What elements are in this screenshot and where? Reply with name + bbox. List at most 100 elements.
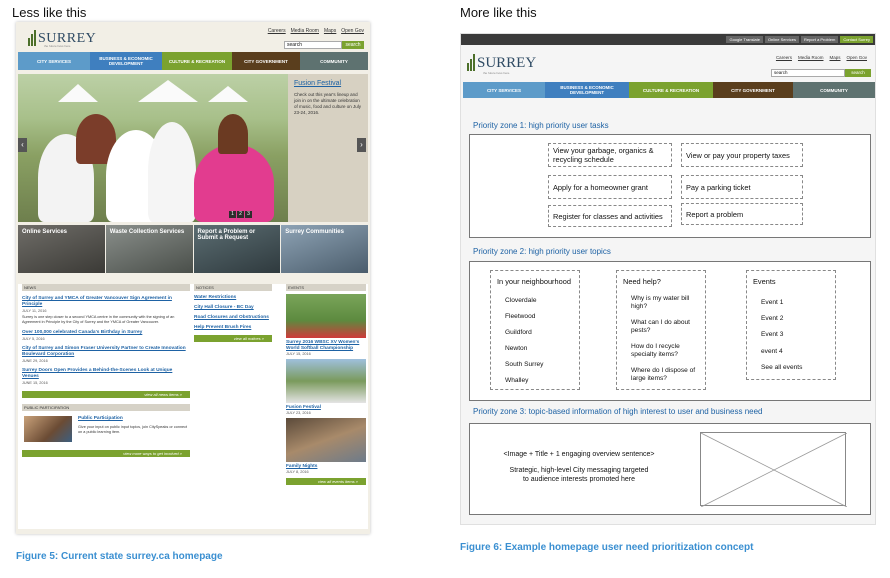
- help-link[interactable]: Where do I dispose of large items?: [631, 367, 701, 383]
- util-link-maps[interactable]: Maps: [324, 28, 336, 34]
- figure6-caption: Figure 6: Example homepage user need pri…: [460, 542, 754, 553]
- participation-header: PUBLIC PARTICIPATION: [22, 404, 190, 411]
- tile-report-problem[interactable]: Report a Problem or Submit a Request: [193, 225, 281, 273]
- content-columns: NEWS City of Surrey and YMCA of Greater …: [18, 284, 368, 529]
- help-link[interactable]: How do I recycle specialty items?: [631, 343, 701, 359]
- notice-link[interactable]: Road Closures and Obstructions: [194, 315, 272, 321]
- search-input[interactable]: search: [284, 41, 342, 49]
- next-slide-icon[interactable]: ›: [357, 138, 366, 152]
- task-register-classes[interactable]: Register for classes and activities: [548, 205, 672, 227]
- participation-photo: [24, 416, 72, 442]
- event-photo: [286, 418, 366, 462]
- util-link-open-gov[interactable]: Open Gov: [341, 28, 364, 34]
- pager-2[interactable]: 2: [237, 211, 244, 218]
- contact-surrey-button[interactable]: Contact Surrey: [840, 36, 873, 43]
- news-header: NEWS: [22, 284, 190, 291]
- event-link[interactable]: event 4: [761, 348, 783, 356]
- nav-community[interactable]: COMMUNITY: [793, 82, 875, 98]
- util-link-open-gov[interactable]: Open Gov: [846, 55, 867, 60]
- neighbourhood-link[interactable]: Fleetwood: [505, 313, 535, 321]
- view-all-events-button[interactable]: view all events items »: [286, 478, 366, 485]
- news-link[interactable]: City of Surrey and Simon Fraser Universi…: [22, 346, 190, 358]
- concept-homepage-wireframe: Google Translate Online Services Report …: [460, 33, 876, 525]
- task-homeowner-grant[interactable]: Apply for a homeowner grant: [548, 175, 672, 199]
- news-link[interactable]: Surrey Doors Open Provides a Behind-the-…: [22, 368, 190, 380]
- nav-city-services[interactable]: CITY SERVICES: [463, 82, 545, 98]
- util-link-media-room[interactable]: Media Room: [798, 55, 824, 60]
- view-all-news-button[interactable]: view all news items »: [22, 391, 190, 398]
- online-services-button[interactable]: Online Services: [764, 36, 799, 43]
- participation-link[interactable]: Public Participation: [78, 416, 123, 421]
- report-problem-button[interactable]: Report a Problem: [800, 36, 839, 43]
- image-placeholder: [700, 432, 848, 508]
- hero-photo: ‹ 1 2 3: [18, 74, 288, 222]
- util-link-careers[interactable]: Careers: [776, 55, 792, 60]
- pager-1[interactable]: 1: [229, 211, 236, 218]
- neighbourhood-link[interactable]: Guildford: [505, 329, 532, 337]
- nav-community[interactable]: COMMUNITY: [300, 52, 368, 70]
- neighbourhood-link[interactable]: Newton: [505, 345, 527, 353]
- surrey-logo[interactable]: SURREY the future lives here.: [28, 28, 96, 48]
- prev-slide-icon[interactable]: ‹: [18, 138, 27, 152]
- view-all-notices-button[interactable]: view all notices »: [194, 335, 272, 342]
- service-tiles: Online Services Waste Collection Service…: [18, 225, 368, 273]
- search-button[interactable]: search: [342, 41, 364, 49]
- zone1-box: View your garbage, organics & recycling …: [469, 134, 871, 238]
- events-header: EVENTS: [286, 284, 366, 291]
- nav-business[interactable]: BUSINESS & ECONOMIC DEVELOPMENT: [90, 52, 162, 70]
- logo-tagline: the future lives here.: [483, 71, 511, 75]
- tile-surrey-communities[interactable]: Surrey Communities: [281, 225, 368, 273]
- nav-culture[interactable]: CULTURE & RECREATION: [629, 82, 713, 98]
- zone2-box: In your neighbourhood Cloverdale Fleetwo…: [469, 261, 871, 401]
- zone3-content: <Image + Title + 1 engaging overview sen…: [470, 450, 688, 484]
- events-header: Events: [753, 277, 776, 286]
- neighbourhood-link[interactable]: Whalley: [505, 377, 528, 385]
- tile-waste-collection[interactable]: Waste Collection Services: [105, 225, 193, 273]
- event-photo: [286, 359, 366, 403]
- view-more-ways-button[interactable]: view more ways to get involved »: [22, 450, 190, 457]
- pager-3[interactable]: 3: [245, 211, 252, 218]
- task-report-problem[interactable]: Report a problem: [681, 203, 803, 225]
- notice-link[interactable]: Water Restrictions: [194, 295, 272, 301]
- slide-pager: 1 2 3: [229, 211, 252, 218]
- util-link-maps[interactable]: Maps: [829, 55, 840, 60]
- util-link-careers[interactable]: Careers: [268, 28, 286, 34]
- task-property-taxes[interactable]: View or pay your property taxes: [681, 143, 803, 167]
- nav-business[interactable]: BUSINESS & ECONOMIC DEVELOPMENT: [545, 82, 629, 98]
- search-input[interactable]: search: [771, 69, 845, 77]
- news-date: JULY 5, 2016: [22, 337, 45, 341]
- neighbourhood-link[interactable]: Cloverdale: [505, 297, 537, 305]
- news-item: City of Surrey and YMCA of Greater Vanco…: [22, 296, 190, 325]
- tile-online-services[interactable]: Online Services: [18, 225, 105, 273]
- nav-city-services[interactable]: CITY SERVICES: [18, 52, 90, 70]
- help-link[interactable]: Why is my water bill high?: [631, 295, 701, 311]
- event-link[interactable]: Event 2: [761, 315, 783, 323]
- top-bar: Google Translate Online Services Report …: [461, 34, 875, 45]
- task-parking-ticket[interactable]: Pay a parking ticket: [681, 175, 803, 199]
- nav-city-government[interactable]: CITY GOVERNMENT: [713, 82, 793, 98]
- search-button[interactable]: search: [845, 69, 871, 77]
- figure5-caption: Figure 5: Current state surrey.ca homepa…: [16, 551, 223, 562]
- google-translate-button[interactable]: Google Translate: [726, 36, 763, 43]
- news-date: JUNE 15, 2016: [22, 381, 48, 385]
- util-link-media-room[interactable]: Media Room: [291, 28, 319, 34]
- public-participation: PUBLIC PARTICIPATION Public Participatio…: [22, 404, 190, 457]
- task-garbage-schedule[interactable]: View your garbage, organics & recycling …: [548, 143, 672, 167]
- neighbourhood-list: In your neighbourhood Cloverdale Fleetwo…: [490, 270, 580, 390]
- event-link[interactable]: Event 3: [761, 331, 783, 339]
- utility-links: Careers Media Room Maps Open Gov: [268, 28, 364, 34]
- news-link[interactable]: City of Surrey and YMCA of Greater Vanco…: [22, 296, 190, 308]
- surrey-logo[interactable]: SURREY: [467, 54, 536, 71]
- see-all-events-link[interactable]: See all events: [761, 364, 802, 372]
- event-link[interactable]: Event 1: [761, 299, 783, 307]
- nav-city-government[interactable]: CITY GOVERNMENT: [232, 52, 300, 70]
- nav-culture[interactable]: CULTURE & RECREATION: [162, 52, 232, 70]
- news-link[interactable]: Over 100,000 celebrated Canada's Birthda…: [22, 330, 190, 336]
- event-link[interactable]: Surrey 2016 WBSC XV Women's World Softba…: [286, 340, 366, 352]
- notice-link[interactable]: City Hall Closure - BC Day: [194, 305, 272, 311]
- help-link[interactable]: What can I do about pests?: [631, 319, 701, 335]
- neighbourhood-link[interactable]: South Surrey: [505, 361, 543, 369]
- feature-title[interactable]: Fusion Festival: [294, 80, 362, 87]
- notice-link[interactable]: Help Prevent Brush Fires: [194, 325, 272, 331]
- utility-links: Careers Media Room Maps Open Gov: [776, 55, 867, 60]
